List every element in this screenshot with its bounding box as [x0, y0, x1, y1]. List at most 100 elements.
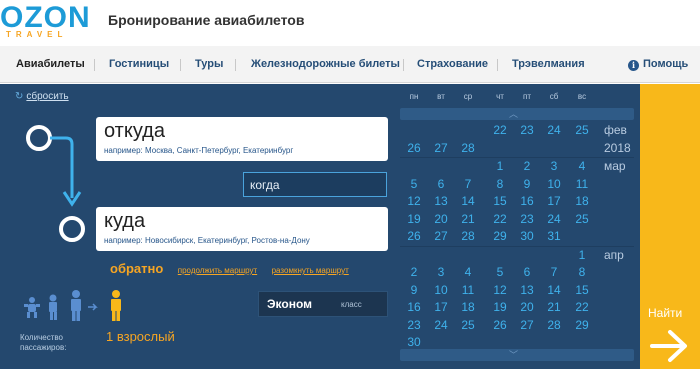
calendar-day[interactable]: 27: [427, 141, 455, 155]
ozon-travel-logo[interactable]: OZON TRAVEL: [0, 3, 92, 40]
calendar-day[interactable]: 20: [427, 212, 455, 226]
calendar-day[interactable]: 28: [454, 141, 482, 155]
calendar-day[interactable]: 31: [540, 229, 568, 243]
nav-item-hotels[interactable]: Гостиницы: [109, 58, 169, 70]
cabin-class-value: Эконом: [267, 297, 313, 311]
calendar-day[interactable]: 9: [400, 283, 428, 297]
passengers-label: Количество пассажиров:: [20, 333, 67, 352]
nav-item-tours[interactable]: Туры: [195, 58, 223, 70]
calendar-day[interactable]: 17: [540, 194, 568, 208]
calendar-day[interactable]: 24: [540, 123, 568, 137]
calendar-day[interactable]: 25: [568, 123, 596, 137]
from-hint-values[interactable]: Москва, Санкт-Петербург, Екатеринбург: [145, 146, 293, 155]
nav-item-trains[interactable]: Железнодорожные билеты: [251, 58, 400, 70]
calendar-day[interactable]: 22: [486, 212, 514, 226]
calendar-day[interactable]: 2: [513, 159, 541, 173]
help-link[interactable]: i Помощь: [628, 58, 688, 71]
calendar-day[interactable]: 28: [540, 318, 568, 332]
calendar-day[interactable]: 28: [454, 229, 482, 243]
calendar-day[interactable]: 29: [568, 318, 596, 332]
calendar-day[interactable]: 5: [400, 177, 428, 191]
calendar-day[interactable]: 13: [427, 194, 455, 208]
continue-route-link[interactable]: продолжить маршрут: [178, 266, 257, 275]
calendar-day[interactable]: 27: [513, 318, 541, 332]
calendar-day[interactable]: 14: [540, 283, 568, 297]
calendar-scroll-down[interactable]: ﹀: [400, 349, 634, 361]
calendar-day[interactable]: 18: [568, 194, 596, 208]
calendar-day[interactable]: 15: [486, 194, 514, 208]
year-label: 2018: [604, 140, 631, 155]
passenger-selector-icon[interactable]: [20, 286, 130, 328]
return-trip-link[interactable]: обратно: [110, 261, 163, 276]
calendar-day[interactable]: 8: [568, 265, 596, 279]
calendar-day[interactable]: 7: [540, 265, 568, 279]
calendar-day[interactable]: 21: [454, 212, 482, 226]
to-field[interactable]: куда например: Новосибирск, Екатеринбург…: [96, 207, 388, 251]
arrow-right-icon: [650, 330, 687, 362]
calendar-day[interactable]: 6: [513, 265, 541, 279]
split-route-link[interactable]: разомкнуть маршрут: [272, 266, 349, 275]
calendar-day[interactable]: 6: [427, 177, 455, 191]
calendar-day[interactable]: 30: [513, 229, 541, 243]
calendar-day[interactable]: 26: [400, 229, 428, 243]
passengers-value[interactable]: 1 взрослый: [106, 329, 175, 344]
page-title: Бронирование авиабилетов: [108, 12, 305, 28]
calendar-day[interactable]: 26: [486, 318, 514, 332]
calendar-day[interactable]: 9: [513, 177, 541, 191]
calendar-day[interactable]: 11: [454, 283, 482, 297]
hint-prefix: например:: [104, 146, 143, 155]
find-button[interactable]: Найти: [640, 84, 700, 369]
calendar-day[interactable]: 20: [513, 300, 541, 314]
calendar-day[interactable]: 21: [540, 300, 568, 314]
calendar-day[interactable]: 25: [568, 212, 596, 226]
calendar-day[interactable]: 29: [486, 229, 514, 243]
calendar-day[interactable]: 16: [400, 300, 428, 314]
to-hint-values[interactable]: Новосибирск, Екатеринбург, Ростов-на-Дон…: [145, 236, 310, 245]
calendar-day[interactable]: 18: [454, 300, 482, 314]
calendar-day[interactable]: 1: [486, 159, 514, 173]
calendar-day[interactable]: 23: [400, 318, 428, 332]
calendar-day[interactable]: 22: [568, 300, 596, 314]
from-field[interactable]: откуда например: Москва, Санкт-Петербург…: [96, 117, 388, 161]
calendar-day[interactable]: 26: [400, 141, 428, 155]
cabin-class-selector[interactable]: Эконом класс: [258, 291, 388, 317]
calendar-day[interactable]: 27: [427, 229, 455, 243]
calendar-day[interactable]: 19: [400, 212, 428, 226]
calendar-day[interactable]: 24: [427, 318, 455, 332]
calendar-day[interactable]: 3: [427, 265, 455, 279]
calendar-day[interactable]: 4: [568, 159, 596, 173]
calendar-day[interactable]: 22: [486, 123, 514, 137]
nav-item-travelmania[interactable]: Трэвелмания: [512, 58, 585, 70]
date-field[interactable]: когда: [243, 172, 387, 197]
calendar-day[interactable]: 12: [400, 194, 428, 208]
calendar-day[interactable]: 8: [486, 177, 514, 191]
calendar-day[interactable]: 19: [486, 300, 514, 314]
nav-item-insurance[interactable]: Страхование: [417, 58, 488, 70]
calendar-day[interactable]: 1: [568, 248, 596, 262]
calendar-day[interactable]: 3: [540, 159, 568, 173]
route-connector-icon: [26, 125, 85, 242]
calendar-scroll-up[interactable]: ︿: [400, 108, 634, 120]
calendar-day[interactable]: 12: [486, 283, 514, 297]
weekday-header: пт: [523, 92, 531, 101]
calendar-day[interactable]: 10: [427, 283, 455, 297]
nav-divider: [180, 59, 181, 71]
reset-link[interactable]: ↻ сбросить: [15, 91, 69, 102]
calendar-day[interactable]: 30: [400, 335, 428, 349]
calendar-day[interactable]: 13: [513, 283, 541, 297]
calendar-day[interactable]: 7: [454, 177, 482, 191]
calendar-day[interactable]: 15: [568, 283, 596, 297]
calendar-day[interactable]: 11: [568, 177, 596, 191]
calendar-day[interactable]: 24: [540, 212, 568, 226]
calendar-day[interactable]: 16: [513, 194, 541, 208]
calendar-day[interactable]: 10: [540, 177, 568, 191]
calendar-day[interactable]: 17: [427, 300, 455, 314]
calendar-day[interactable]: 14: [454, 194, 482, 208]
calendar-day[interactable]: 2: [400, 265, 428, 279]
calendar-day[interactable]: 5: [486, 265, 514, 279]
calendar-day[interactable]: 23: [513, 212, 541, 226]
calendar-day[interactable]: 4: [454, 265, 482, 279]
calendar-day[interactable]: 25: [454, 318, 482, 332]
calendar-day[interactable]: 23: [513, 123, 541, 137]
nav-item-flights[interactable]: Авиабилеты: [16, 58, 85, 70]
